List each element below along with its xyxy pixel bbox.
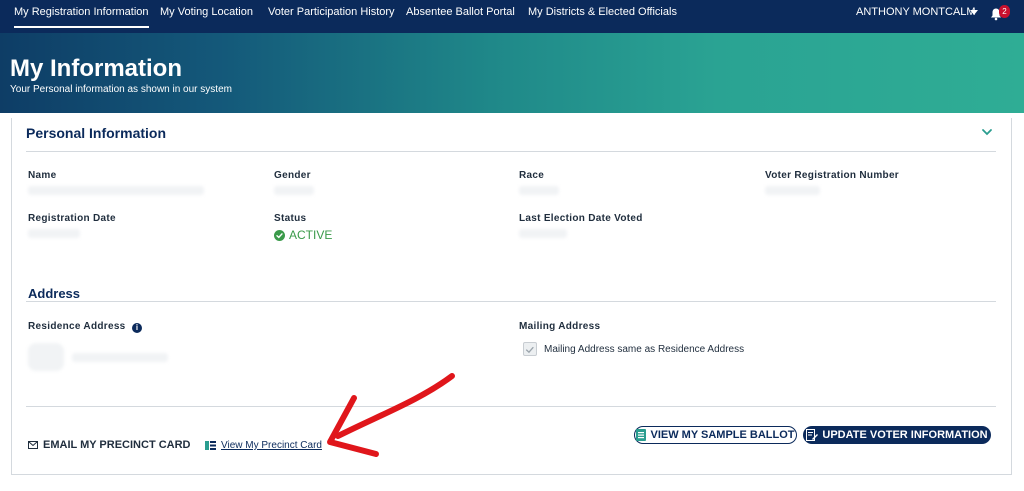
value-gender-redacted — [274, 186, 314, 195]
edit-document-icon — [806, 429, 819, 441]
label-race: Race — [519, 170, 545, 181]
label-voter-registration-number: Voter Registration Number — [765, 170, 899, 181]
page-subtitle: Your Personal information as shown in ou… — [10, 84, 232, 95]
update-voter-information-label: UPDATE VOTER INFORMATION — [822, 429, 988, 441]
nav-my-districts-elected-officials[interactable]: My Districts & Elected Officials — [528, 0, 677, 28]
email-precinct-card-label: EMAIL MY PRECINCT CARD — [43, 439, 191, 451]
hero-banner: My Information Your Personal information… — [0, 33, 1024, 113]
ballot-icon — [636, 429, 647, 441]
caret-down-icon[interactable] — [970, 10, 978, 15]
nav-my-voting-location[interactable]: My Voting Location — [160, 0, 253, 28]
status-value: ACTIVE — [289, 228, 333, 242]
mailing-same-checkbox[interactable] — [523, 342, 537, 356]
divider — [26, 406, 996, 407]
notification-badge: 2 — [999, 5, 1010, 18]
nav-voter-participation-history[interactable]: Voter Participation History — [268, 0, 395, 28]
email-precinct-card-button[interactable]: EMAIL MY PRECINCT CARD — [28, 439, 191, 451]
view-precinct-card-label: View My Precinct Card — [221, 440, 322, 451]
top-nav: My Registration Information My Voting Lo… — [0, 0, 1024, 33]
label-last-election-date-voted: Last Election Date Voted — [519, 213, 643, 224]
divider — [26, 151, 996, 152]
value-last-election-redacted — [519, 229, 567, 238]
nav-my-registration-information[interactable]: My Registration Information — [14, 0, 149, 28]
divider — [26, 301, 996, 302]
label-residence-address: Residence Address — [28, 321, 126, 332]
label-status: Status — [274, 213, 307, 224]
view-precinct-card-link[interactable]: View My Precinct Card — [205, 440, 322, 451]
value-residence-address-redacted — [28, 343, 64, 371]
value-race-redacted — [519, 186, 559, 195]
label-gender: Gender — [274, 170, 311, 181]
mailing-same-label: Mailing Address same as Residence Addres… — [544, 344, 745, 355]
section-title-personal-information: Personal Information — [26, 125, 167, 141]
view-sample-ballot-label: VIEW MY SAMPLE BALLOT — [650, 429, 795, 441]
update-voter-information-button[interactable]: UPDATE VOTER INFORMATION — [803, 426, 991, 444]
check-circle-icon — [274, 229, 285, 241]
label-name: Name — [28, 170, 57, 181]
checkmark-icon — [525, 346, 534, 354]
status-badge: ACTIVE — [274, 228, 332, 242]
label-mailing-address: Mailing Address — [519, 321, 601, 332]
value-voter-registration-number-redacted — [765, 186, 820, 195]
precinct-card-icon — [205, 441, 216, 450]
chevron-down-icon[interactable] — [981, 126, 993, 138]
user-menu[interactable]: ANTHONY MONTCALM — [856, 0, 976, 24]
section-title-address: Address — [28, 286, 81, 301]
value-registration-date-redacted — [28, 229, 80, 238]
nav-absentee-ballot-portal[interactable]: Absentee Ballot Portal — [406, 0, 515, 28]
view-sample-ballot-button[interactable]: VIEW MY SAMPLE BALLOT — [634, 426, 797, 444]
value-residence-address-line-redacted — [72, 353, 168, 362]
personal-information-card: Personal Information Name Gender Race Vo… — [11, 118, 1012, 475]
envelope-icon — [28, 441, 38, 449]
info-icon[interactable]: i — [132, 323, 142, 333]
page-title: My Information — [10, 55, 182, 82]
value-name-redacted — [28, 186, 204, 195]
label-registration-date: Registration Date — [28, 213, 116, 224]
